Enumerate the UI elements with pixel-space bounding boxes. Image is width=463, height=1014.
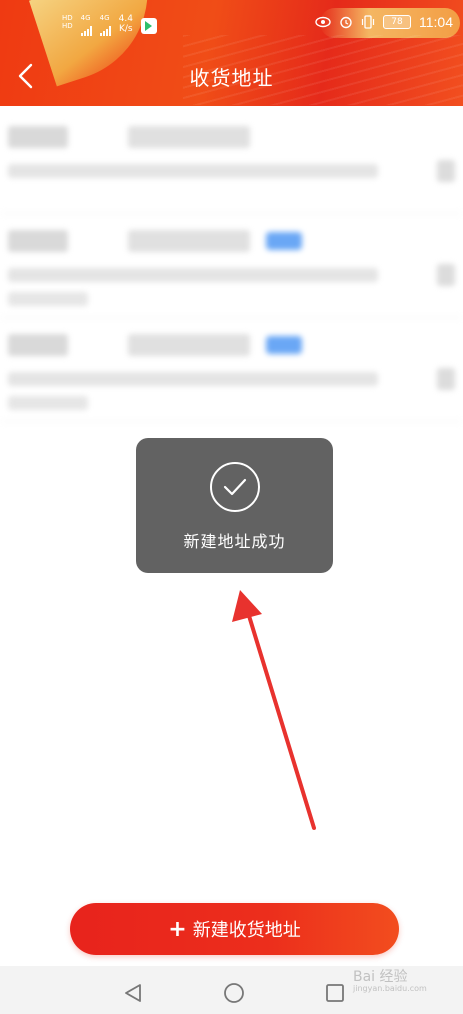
watermark-text: Bai 经验 [353,969,408,985]
edit-icon[interactable] [437,264,455,286]
watermark: Bai 经验 jingyan.baidu.com [353,966,435,1000]
sim2-label: HD [62,22,73,30]
checkmark-icon [223,478,246,496]
address-detail [8,268,378,282]
nav-bar: 收货地址 [0,50,463,102]
address-phone [128,334,250,356]
signal-bars-icon [80,24,92,36]
plus-icon: + [168,916,187,942]
address-phone [128,126,250,148]
network2-label: 4G [99,14,110,22]
app-notification-icon [140,18,157,34]
header-banner: HD HD 4G 4G 4.4 K/s 78 11:04 收货地址 [0,0,463,106]
network-speed: 4.4 K/s [119,14,133,34]
status-time: 11:04 [419,14,453,30]
address-list [0,110,463,422]
address-detail [8,164,378,178]
home-circle-icon[interactable] [223,982,245,1004]
page-title: 收货地址 [189,66,274,90]
address-phone [128,230,250,252]
sim-indicator: HD HD [62,14,73,30]
network1-label: 4G [80,14,91,22]
toast-message: 新建地址成功 [183,532,286,551]
add-address-label: 新建收货地址 [192,920,301,941]
status-left: HD HD 4G 4G 4.4 K/s [62,14,157,36]
edit-icon[interactable] [437,368,455,390]
address-tag [266,336,302,354]
alarm-icon [340,16,352,29]
vibrate-icon [361,15,375,29]
recents-square-icon[interactable] [324,982,346,1004]
network1-indicator: 4G [80,14,92,36]
address-name [8,230,68,252]
address-detail-line2 [8,396,88,410]
speed-value: 4.4 [118,14,133,24]
check-circle-icon [209,462,260,512]
back-triangle-icon[interactable] [122,982,144,1004]
address-item[interactable] [0,214,463,318]
address-detail-line2 [8,292,88,306]
signal-bars-icon [99,24,111,36]
watermark-sub: jingyan.baidu.com [353,984,427,993]
speed-unit: K/s [119,24,133,34]
address-item[interactable] [0,110,463,214]
status-right: 78 11:04 [315,14,453,30]
battery-indicator: 78 [383,15,411,29]
success-toast: 新建地址成功 [136,438,333,573]
address-name [8,334,68,356]
address-name [8,126,68,148]
status-bar: HD HD 4G 4G 4.4 K/s 78 11:04 [0,6,463,40]
address-tag [266,232,302,250]
add-address-button[interactable]: + 新建收货地址 [70,903,399,955]
arrow-head [232,590,262,622]
address-detail [8,372,378,386]
edit-icon[interactable] [437,160,455,182]
eye-icon [315,16,331,28]
network2-indicator: 4G [99,14,111,36]
address-item[interactable] [0,318,463,422]
sim1-label: HD [62,14,73,22]
